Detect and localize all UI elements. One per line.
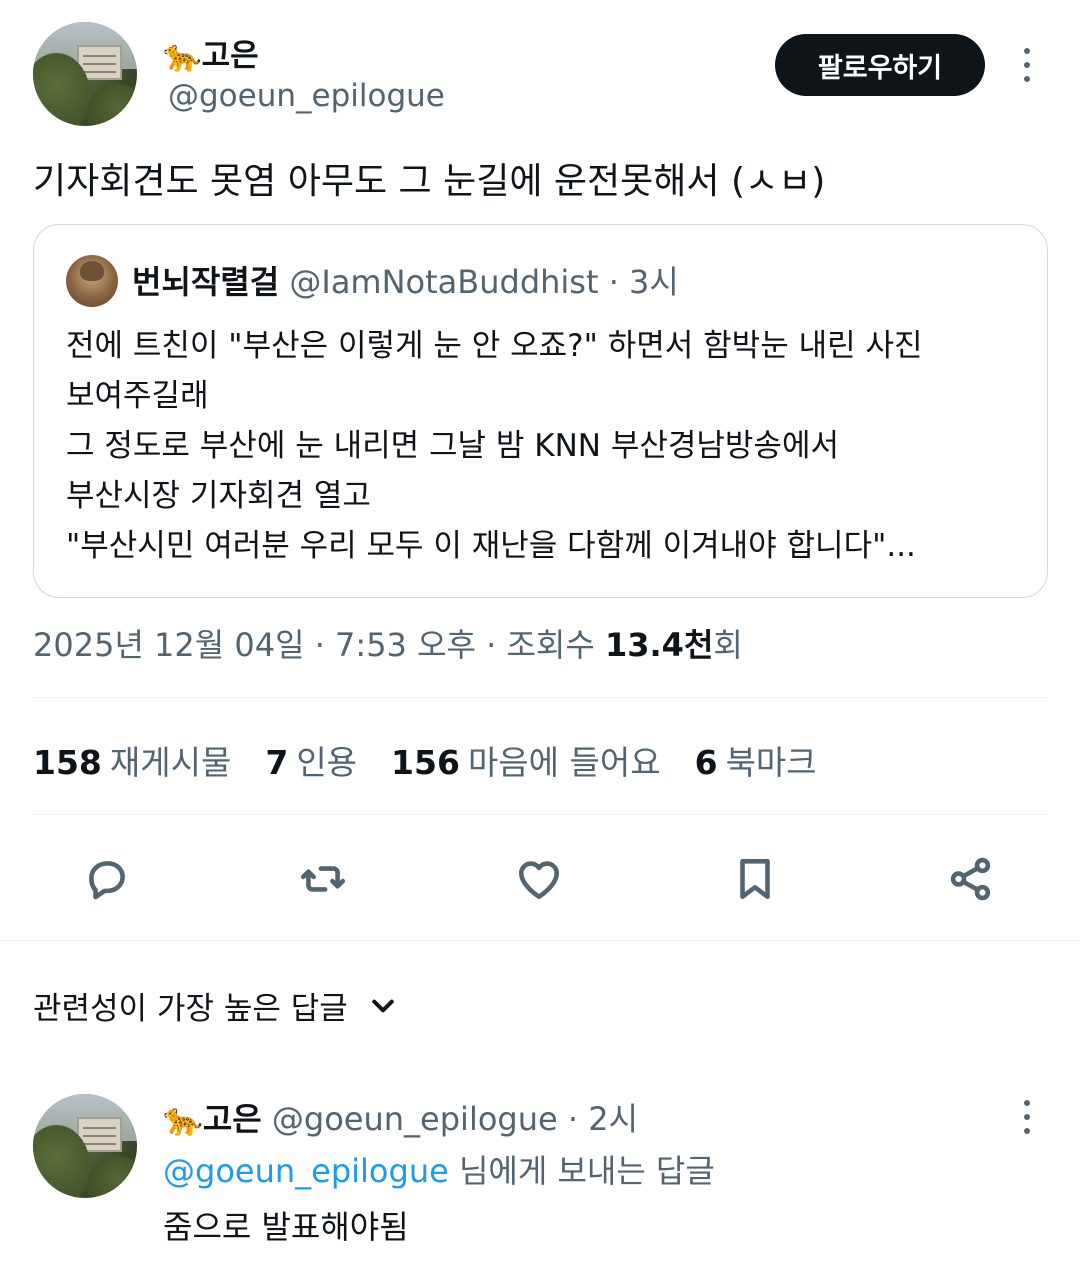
tweet-timestamp: 2025년 12월 04일 · 7:53 오후 · 조회수 13.4천회 (33, 620, 743, 666)
divider (33, 697, 1048, 698)
quoted-author-name: 번뇌작렬걸 (132, 263, 280, 301)
views-suffix: 회 (713, 626, 743, 664)
divider (0, 940, 1080, 941)
quoted-author-handle: @IamNotaBuddhist (289, 263, 599, 301)
bookmarks-count: 6 (694, 743, 718, 782)
engagement-stats: 158 재게시물 7 인용 156 마음에 들어요 6 북마크 (33, 736, 817, 784)
likes-stat[interactable]: 156 마음에 들어요 (391, 736, 661, 784)
like-button[interactable] (512, 852, 566, 906)
divider (33, 814, 1048, 815)
replying-to-suffix: 님에게 보내는 답글 (448, 1152, 715, 1190)
chevron-down-icon (372, 999, 394, 1012)
bookmarks-label: 북마크 (725, 743, 817, 782)
reposts-label: 재게시물 (109, 743, 232, 782)
quoted-author-avatar (66, 255, 118, 307)
reposts-count: 158 (33, 743, 102, 782)
bookmarks-stat[interactable]: 6 북마크 (695, 736, 817, 784)
author-handle[interactable]: @goeun_epilogue (168, 78, 445, 114)
repost-icon (300, 866, 346, 892)
share-button[interactable] (944, 852, 998, 906)
reply-author-name[interactable]: 🐆고은 (163, 1100, 262, 1138)
views-count[interactable]: 13.4천 (605, 626, 713, 664)
quoted-text-line: 부산시장 기자회견 열고 (66, 478, 371, 514)
author-name[interactable]: 🐆고은 (163, 30, 259, 75)
reply-more-options-icon[interactable] (1017, 1100, 1037, 1134)
bookmark-icon (740, 859, 770, 899)
quoted-text-line: 보여주길래 (66, 378, 209, 414)
quotes-label: 인용 (296, 743, 358, 782)
quoted-tweet-header: 번뇌작렬걸 @IamNotaBuddhist · 3시 (132, 257, 679, 303)
follow-button[interactable]: 팔로우하기 (775, 34, 985, 96)
quotes-count: 7 (265, 743, 289, 782)
repost-button[interactable] (296, 852, 350, 906)
reply-author-avatar[interactable] (33, 1094, 137, 1198)
like-icon (519, 861, 559, 899)
tweet-text: 기자회견도 못염 아무도 그 눈길에 운전못해서 (ㅅㅂ) (33, 161, 826, 202)
quoted-text-line: 전에 트친이 "부산은 이렇게 눈 안 오죠?" 하면서 함박눈 내린 사진 (66, 328, 923, 364)
replies-sort-label: 관련성이 가장 높은 답글 (33, 991, 348, 1027)
replying-to: @goeun_epilogue 님에게 보내는 답글 (163, 1146, 715, 1192)
likes-count: 156 (391, 743, 460, 782)
timestamp-text: 2025년 12월 04일 · 7:53 오후 · 조회수 (33, 626, 605, 664)
likes-label: 마음에 들어요 (467, 743, 661, 782)
share-icon (950, 857, 991, 901)
reply-button[interactable] (80, 852, 134, 906)
reply-icon (89, 861, 125, 900)
author-avatar[interactable] (33, 22, 137, 126)
reply-header: 🐆고은 @goeun_epilogue · 2시 (163, 1094, 638, 1140)
reposts-stat[interactable]: 158 재게시물 (33, 736, 231, 784)
reply-author-handle[interactable]: @goeun_epilogue (272, 1100, 558, 1138)
bookmark-button[interactable] (728, 852, 782, 906)
more-options-icon[interactable] (1017, 48, 1037, 82)
quoted-tweet[interactable]: 번뇌작렬걸 @IamNotaBuddhist · 3시 전에 트친이 "부산은 … (33, 224, 1048, 598)
quoted-tweet-text: 전에 트친이 "부산은 이렇게 눈 안 오죠?" 하면서 함박눈 내린 사진 보… (66, 321, 923, 571)
quoted-text-line: 그 정도로 부산에 눈 내리면 그날 밤 KNN 부산경남방송에서 (66, 428, 839, 464)
reply-time: · 2시 (557, 1100, 639, 1138)
replying-to-mention[interactable]: @goeun_epilogue (163, 1152, 449, 1190)
quotes-stat[interactable]: 7 인용 (265, 736, 357, 784)
quoted-text-line: "부산시민 여러분 우리 모두 이 재난을 다함께 이겨내야 합니다"... (66, 528, 916, 564)
reply-text: 줌으로 발표해야됨 (163, 1208, 409, 1246)
replies-sort-dropdown[interactable]: 관련성이 가장 높은 답글 (33, 983, 398, 1028)
quoted-tweet-time: · 3시 (598, 263, 679, 301)
